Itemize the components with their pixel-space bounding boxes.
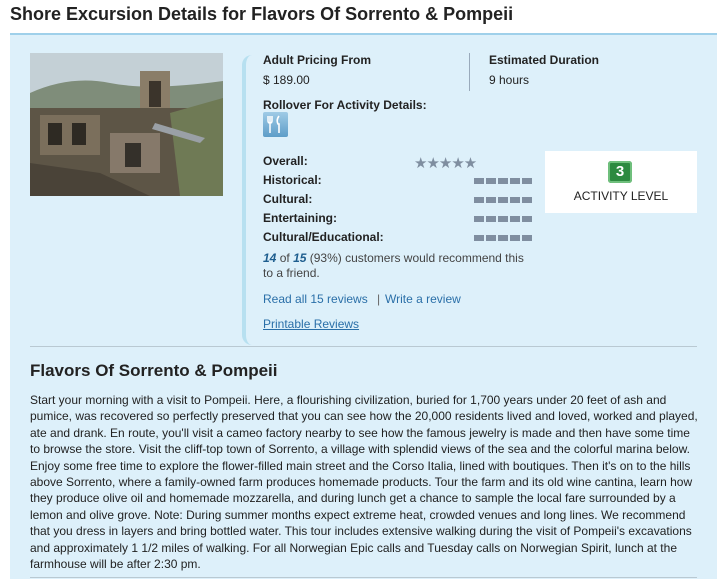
bottom-divider (30, 577, 697, 578)
activity-level-badge: 3 (608, 161, 632, 183)
pricing-value: $ 189.00 (263, 73, 310, 87)
panel-divider (242, 55, 260, 345)
dining-icon[interactable] (263, 112, 288, 137)
recommend-total: 15 (293, 251, 307, 265)
printable-reviews-link[interactable]: Printable Reviews (263, 317, 359, 331)
rating-bar-historical (474, 178, 532, 184)
activity-level-box: 3 ACTIVITY LEVEL (545, 151, 697, 213)
link-separator: | (377, 292, 381, 306)
activity-level-label: ACTIVITY LEVEL (573, 189, 669, 203)
duration-value: 9 hours (489, 73, 530, 87)
rating-bar-cultural-educational (474, 235, 532, 241)
description-title: Flavors Of Sorrento & Pompeii (30, 361, 278, 380)
excursion-photo (30, 53, 223, 196)
pricing-label: Adult Pricing From (263, 53, 371, 67)
read-reviews-link[interactable]: Read all 15 reviews (263, 292, 368, 306)
page-title: Shore Excursion Details for Flavors Of S… (10, 4, 514, 24)
description-body: Start your morning with a visit to Pompe… (30, 393, 698, 572)
rating-label-cultural-educational: Cultural/Educational: (263, 230, 384, 244)
rating-bar-entertaining (474, 216, 532, 222)
overall-rating-stars: ★★★★★ (414, 155, 477, 172)
rating-label-overall: Overall: (263, 154, 308, 168)
recommend-text: 14 of 15 (93%) customers would recommend… (263, 251, 533, 281)
section-divider (30, 346, 697, 347)
rating-label-entertaining: Entertaining: (263, 211, 337, 225)
rating-bar-cultural (474, 197, 532, 203)
duration-label: Estimated Duration (489, 53, 600, 67)
recommend-count: 14 (263, 251, 277, 265)
pricing-duration-separator (469, 53, 470, 91)
excursion-panel: Adult Pricing From $ 189.00 Estimated Du… (10, 33, 717, 579)
rollover-label: Rollover For Activity Details: (263, 98, 427, 112)
write-review-link[interactable]: Write a review (385, 292, 461, 306)
rating-label-historical: Historical: (263, 173, 322, 187)
rating-label-cultural: Cultural: (263, 192, 313, 206)
recommend-of: of (279, 251, 290, 265)
